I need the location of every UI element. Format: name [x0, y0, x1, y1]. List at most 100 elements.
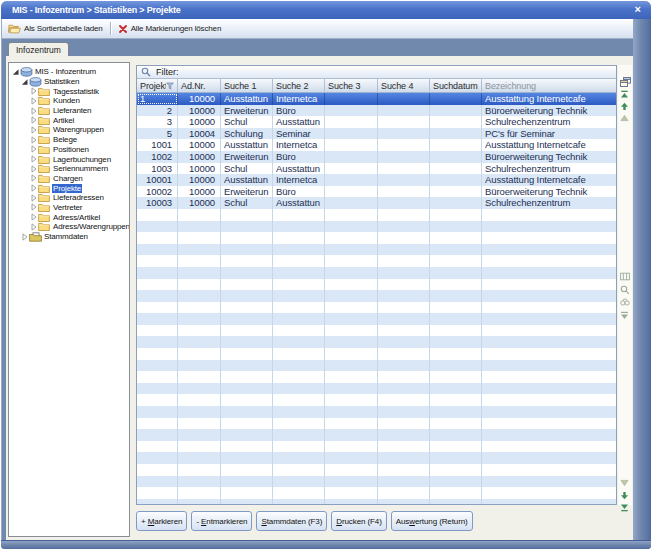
tree-collapsed-arrow-icon[interactable] [30, 145, 38, 153]
grid-cell[interactable]: Ausstattun [221, 139, 273, 151]
tree-item-projekte[interactable]: Projekte [9, 183, 129, 193]
grid-cell[interactable]: Erweiterun [221, 105, 273, 117]
grid-cell[interactable]: Schulrechenzentrum [482, 116, 616, 128]
tree-item-lieferanten[interactable]: Lieferanten [9, 106, 129, 116]
grid-cell[interactable] [378, 163, 430, 175]
tree-collapsed-arrow-icon[interactable] [30, 194, 38, 202]
grid-row[interactable]: 100110000AusstattunInternetcaAusstattung… [137, 139, 616, 151]
grid-cell[interactable]: Büroerweiterung Technik [482, 151, 616, 163]
grid-cell[interactable] [378, 116, 430, 128]
grid-cell[interactable]: 10000 [178, 151, 221, 163]
grid-cell[interactable]: Schul [221, 163, 273, 175]
grid-row[interactable]: 1000210000ErweiterunBüro Büroerweiterung … [137, 186, 616, 198]
grid-cell[interactable] [378, 105, 430, 117]
load-sort-table-button[interactable]: Als Sortiertabelle laden [2, 20, 108, 38]
grid-row[interactable]: 1000110000AusstattunInternetcaAusstattun… [137, 174, 616, 186]
grid-cell[interactable]: Ausstattun [273, 197, 325, 209]
grid-row[interactable]: 210000ErweiterunBüroBüroerweiterung Tech… [137, 105, 616, 117]
tree-collapsed-arrow-icon[interactable] [30, 116, 38, 124]
grid-cell[interactable]: Büro [273, 186, 325, 198]
grid-cell[interactable] [430, 116, 482, 128]
grid-cell[interactable] [378, 93, 430, 105]
grid-cell[interactable]: Erweiterun [221, 186, 273, 198]
grid-cell[interactable] [325, 105, 378, 117]
tree-item-mis-infozentrum[interactable]: MIS - Infozentrum [9, 67, 129, 77]
jump-down-icon[interactable] [620, 311, 629, 320]
scroll-top-icon[interactable] [620, 90, 629, 99]
grid-cell[interactable] [430, 151, 482, 163]
grid-cell[interactable]: 10000 [178, 93, 221, 105]
grid-cell[interactable]: 10000 [178, 105, 221, 117]
grid-cell[interactable]: 1003 [137, 163, 178, 175]
footer-button-stammdaten-f3-[interactable]: Stammdaten (F3) [256, 511, 327, 531]
grid-cell[interactable] [325, 93, 378, 105]
tree-collapsed-arrow-icon[interactable] [30, 97, 38, 105]
tree-item-artikel[interactable]: Artikel [9, 115, 129, 125]
grid-cell[interactable]: Schulrechenzentrum [482, 197, 616, 209]
grid-cell[interactable]: 1 [137, 93, 178, 105]
grid-cell[interactable]: 10000 [178, 116, 221, 128]
grid-cell[interactable] [378, 186, 430, 198]
grid-row[interactable]: 510004SchulungSeminarPC's für Seminar [137, 128, 616, 140]
tree-collapsed-arrow-icon[interactable] [30, 87, 38, 95]
grid-cell[interactable]: 10001 [137, 174, 178, 186]
grid-cell[interactable] [325, 116, 378, 128]
tree-item-warengruppen[interactable]: Warengruppen [9, 125, 129, 135]
footer-button-drucken-f4-[interactable]: Drucken (F4) [331, 511, 387, 531]
grid-cell[interactable] [430, 139, 482, 151]
tree-collapsed-arrow-icon[interactable] [30, 174, 38, 182]
grid-cell[interactable]: Büroerweiterung Technik [482, 186, 616, 198]
tree-item-adress-artikel[interactable]: Adress/Artikel [9, 212, 129, 222]
grid-row[interactable]: 310000SchulAusstattunSchulrechenzentrum [137, 116, 616, 128]
grid-cell[interactable]: Ausstattung Internetcafe [482, 93, 616, 105]
grid-cell[interactable]: PC's für Seminar [482, 128, 616, 140]
tree-collapsed-arrow-icon[interactable] [30, 223, 38, 231]
grid-cell[interactable]: Ausstattung Internetcafe [482, 174, 616, 186]
tree-item-belege[interactable]: Belege [9, 135, 129, 145]
footer-button-auswertung-return-[interactable]: Auswertung (Return) [391, 511, 473, 531]
grid-cell[interactable] [325, 139, 378, 151]
tree-item-statistiken[interactable]: Statistiken [9, 77, 129, 87]
column-header-projekt[interactable]: Projekt [137, 79, 178, 93]
grid-cell[interactable]: Erweiterun [221, 151, 273, 163]
tree-collapsed-arrow-icon[interactable] [30, 136, 38, 144]
grid-cell[interactable]: Schulrechenzentrum [482, 163, 616, 175]
grid-row[interactable]: 100310000SchulAusstattunSchulrechenzentr… [137, 163, 616, 175]
footer-button--markieren[interactable]: + Markieren [136, 511, 187, 531]
grid-cell[interactable]: Ausstattun [273, 116, 325, 128]
tree-collapsed-arrow-icon[interactable] [30, 107, 38, 115]
tree-collapsed-arrow-icon[interactable] [30, 155, 38, 163]
grid-cell[interactable]: 10000 [178, 186, 221, 198]
tree-item-kunden[interactable]: Kunden [9, 96, 129, 106]
grid-cell[interactable] [378, 197, 430, 209]
grid-cell[interactable]: Ausstattun [221, 174, 273, 186]
column-header-ad-nr-[interactable]: Ad.Nr. [178, 79, 221, 93]
grid-cell[interactable] [325, 128, 378, 140]
grid-cell[interactable] [430, 186, 482, 198]
tree-expanded-arrow-icon[interactable] [21, 78, 29, 86]
grid-cell[interactable] [430, 105, 482, 117]
column-header-suchdatum[interactable]: Suchdatum [430, 79, 482, 93]
column-header-suche-2[interactable]: Suche 2 [273, 79, 325, 93]
tree-collapsed-arrow-icon[interactable] [30, 203, 38, 211]
grid-cell[interactable] [325, 186, 378, 198]
tree-expanded-arrow-icon[interactable] [12, 68, 20, 76]
column-header-suche-3[interactable]: Suche 3 [325, 79, 378, 93]
tree-item-vertreter[interactable]: Vertreter [9, 203, 129, 213]
grid-cell[interactable]: 10002 [137, 186, 178, 198]
grid-cell[interactable] [430, 174, 482, 186]
tree-collapsed-arrow-icon[interactable] [30, 184, 38, 192]
grid-cell[interactable] [378, 151, 430, 163]
grid-cell[interactable]: 10003 [137, 197, 178, 209]
grid-cell[interactable]: 1001 [137, 139, 178, 151]
grid-cell[interactable] [325, 197, 378, 209]
grid-cell[interactable] [378, 128, 430, 140]
grid-cell[interactable]: Seminar [273, 128, 325, 140]
grid-cell[interactable]: Ausstattun [221, 93, 273, 105]
tree-item-tagesstatistik[interactable]: Tagesstatistik [9, 86, 129, 96]
grid-cell[interactable] [430, 128, 482, 140]
grid-cell[interactable]: 5 [137, 128, 178, 140]
grid-cell[interactable]: Internetca [273, 139, 325, 151]
grid-row[interactable]: 1000310000SchulAusstattunSchulrechenzent… [137, 197, 616, 209]
tree-collapsed-arrow-icon[interactable] [21, 233, 29, 241]
